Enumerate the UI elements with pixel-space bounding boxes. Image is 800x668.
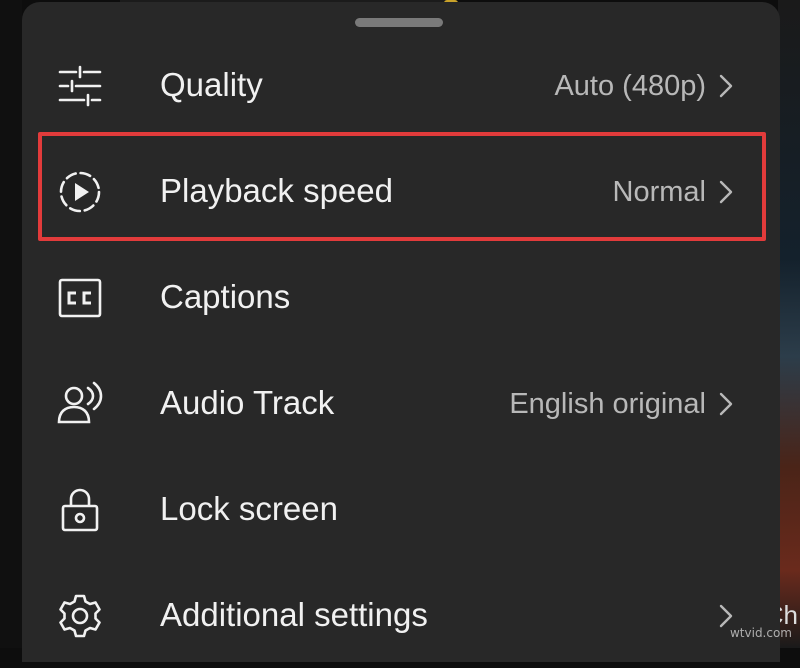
menu-item-label: Additional settings bbox=[160, 596, 428, 633]
background-video-right: Ch bbox=[765, 0, 800, 648]
menu-item-value: English original bbox=[509, 388, 706, 420]
menu-item-label: Quality bbox=[160, 66, 263, 103]
watermark: wtvid.com bbox=[729, 626, 792, 640]
audio-track-icon bbox=[56, 380, 104, 428]
background-video-left bbox=[0, 0, 22, 648]
menu-item-label: Lock screen bbox=[160, 490, 338, 527]
menu-item-label: Captions bbox=[160, 278, 291, 315]
drag-handle[interactable] bbox=[355, 18, 443, 27]
menu-item-label: Audio Track bbox=[160, 384, 335, 421]
chevron-right-icon bbox=[716, 390, 736, 418]
chevron-right-icon bbox=[716, 72, 736, 100]
highlight-box bbox=[38, 132, 766, 241]
sliders-icon bbox=[56, 62, 104, 110]
menu-item-value: Auto (480p) bbox=[554, 70, 706, 102]
captions-icon bbox=[56, 274, 104, 322]
menu-item-audio-track[interactable]: Audio Track English original bbox=[22, 350, 780, 456]
menu-item-captions[interactable]: Captions bbox=[22, 244, 780, 350]
lock-icon bbox=[56, 486, 104, 534]
menu-item-lock-screen[interactable]: Lock screen bbox=[22, 456, 780, 562]
menu-item-quality[interactable]: Quality Auto (480p) bbox=[22, 32, 780, 138]
settings-bottom-sheet: Quality Auto (480p) Playback speed Norma… bbox=[22, 2, 780, 662]
gear-icon bbox=[56, 592, 104, 640]
menu-item-additional-settings[interactable]: Additional settings bbox=[22, 562, 780, 668]
